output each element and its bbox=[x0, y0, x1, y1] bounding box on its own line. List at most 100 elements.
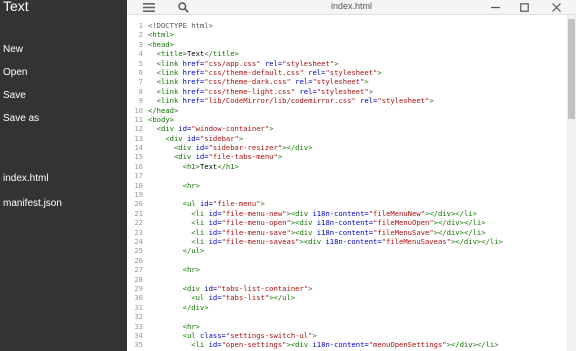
code-line[interactable]: 3 <head> bbox=[127, 40, 567, 49]
code-token: id= bbox=[186, 133, 200, 143]
code-token: <div bbox=[173, 143, 196, 153]
menu-open[interactable]: Open bbox=[3, 67, 27, 78]
code-token: </div> bbox=[182, 302, 209, 312]
code-text: <body> bbox=[148, 115, 174, 124]
code-line[interactable]: 8 <link href="css/theme-light.css" rel="… bbox=[127, 87, 567, 96]
code-line[interactable]: 17 bbox=[127, 171, 567, 180]
close-icon[interactable] bbox=[549, 0, 563, 14]
code-line[interactable]: 33 <hr> bbox=[127, 322, 567, 331]
code-line[interactable]: 25 </ul> bbox=[127, 246, 567, 255]
line-number: 25 bbox=[134, 246, 143, 256]
code-token: "open-settings" bbox=[221, 340, 287, 350]
code-line[interactable]: 26 bbox=[127, 256, 567, 265]
code-token: ><div bbox=[290, 227, 317, 237]
code-line[interactable]: 6 <link href="css/theme-default.css" rel… bbox=[127, 68, 567, 77]
code-line[interactable]: 4 <title>Text</title> bbox=[127, 49, 567, 58]
code-line[interactable]: 13 <div id="sidebar"> bbox=[127, 134, 567, 143]
line-number: 3 bbox=[138, 39, 143, 49]
maximize-icon[interactable] bbox=[517, 0, 531, 14]
app-title: Text bbox=[3, 0, 29, 14]
menu-save[interactable]: Save bbox=[3, 90, 26, 101]
editor-scrollbar[interactable] bbox=[567, 15, 576, 351]
line-number: 31 bbox=[134, 302, 143, 312]
code-text: <hr> bbox=[148, 181, 200, 190]
code-line[interactable]: 5 <link href="css/app.css" rel="styleshe… bbox=[127, 59, 567, 68]
minimize-icon[interactable] bbox=[488, 0, 502, 14]
code-line[interactable]: 16 <h1>Text</h1> bbox=[127, 162, 567, 171]
line-number: 18 bbox=[134, 180, 143, 190]
code-line[interactable]: 1 <!DOCTYPE html> bbox=[127, 21, 567, 30]
line-number: 33 bbox=[134, 321, 143, 331]
code-token: ><div bbox=[290, 218, 317, 228]
code-token: <li bbox=[191, 227, 209, 237]
code-line[interactable]: 22 <li id="file-menu-open"><div i18n-con… bbox=[127, 218, 567, 227]
code-token: <link bbox=[156, 67, 183, 77]
code-token: </ul> bbox=[182, 246, 205, 256]
code-token: > bbox=[377, 67, 382, 77]
code-text: <li id="file-menu-save"><div i18n-conten… bbox=[148, 227, 485, 237]
code-line[interactable]: 14 <div id="sidebar-resizer"></div> bbox=[127, 143, 567, 152]
code-token: <link bbox=[156, 77, 183, 87]
code-text: <div id="file-tabs-menu"> bbox=[148, 152, 282, 161]
code-token: i18n-content= bbox=[316, 218, 374, 228]
code-token: <hr> bbox=[182, 265, 200, 275]
code-line[interactable]: 7 <link href="css/theme-dark.css" rel="s… bbox=[127, 77, 567, 86]
code-text: <div id="tabs-list-container"> bbox=[148, 283, 313, 293]
code-token: id= bbox=[208, 293, 222, 303]
code-token: > bbox=[277, 152, 283, 162]
code-token: i18n-content= bbox=[325, 236, 382, 246]
code-line[interactable]: 35 <li id="open-settings"><div i18n-cont… bbox=[127, 340, 567, 349]
code-token: > bbox=[429, 96, 434, 106]
code-line[interactable]: 2 <html> bbox=[127, 30, 567, 39]
code-line[interactable]: 31 </div> bbox=[127, 303, 567, 312]
code-line[interactable]: 10 </head> bbox=[127, 106, 567, 115]
code-token: id= bbox=[195, 143, 209, 153]
scrollbar-thumb[interactable] bbox=[568, 19, 575, 119]
code-line[interactable]: 9 <link href="lib/CodeMirror/lib/codemir… bbox=[127, 96, 567, 105]
code-line[interactable]: 12 <div id="window-container"> bbox=[127, 124, 567, 133]
line-number: 16 bbox=[134, 161, 143, 171]
code-token: "css/theme-dark.css" bbox=[204, 77, 291, 87]
code-token: "tabs-list-container" bbox=[217, 283, 309, 293]
code-text: <hr> bbox=[148, 322, 200, 331]
code-line[interactable]: 30 <ul id="tabs-list"></ul> bbox=[127, 293, 567, 302]
code-token: <!DOCTYPE html> bbox=[148, 21, 213, 30]
code-line[interactable]: 34 <ul class="settings-switch-ul"> bbox=[127, 331, 567, 340]
code-line[interactable]: 28 bbox=[127, 275, 567, 284]
code-line[interactable]: 24 <li id="file-menu-saveas"><div i18n-c… bbox=[127, 237, 567, 246]
code-token: Text bbox=[199, 161, 218, 171]
code-line[interactable]: 18 <hr> bbox=[127, 181, 567, 190]
code-line[interactable]: 32 bbox=[127, 312, 567, 321]
line-number: 5 bbox=[138, 58, 143, 68]
line-number: 2 bbox=[138, 30, 143, 40]
line-number: 7 bbox=[138, 77, 143, 87]
code-text: <!DOCTYPE html> bbox=[148, 21, 213, 30]
menu-new[interactable]: New bbox=[3, 44, 23, 55]
code-token: > bbox=[308, 283, 313, 293]
code-line[interactable]: 15 <div id="file-tabs-menu"> bbox=[127, 152, 567, 161]
code-line[interactable]: 19 bbox=[127, 190, 567, 199]
file-tab-index-html[interactable]: index.html bbox=[3, 173, 49, 184]
code-line[interactable]: 21 <li id="file-menu-new"><div i18n-cont… bbox=[127, 209, 567, 218]
code-token: "lib/CodeMirror/lib/codemirror.css" bbox=[204, 96, 356, 106]
code-line[interactable]: 29 <div id="tabs-list-container"> bbox=[127, 284, 567, 293]
file-tab-manifest-json[interactable]: manifest.json bbox=[3, 198, 62, 209]
code-editor[interactable]: 1 <!DOCTYPE html> 2 <html> 3 <head> 4 <title>T… bbox=[127, 21, 567, 351]
code-line[interactable]: 11 <body> bbox=[127, 115, 567, 124]
code-token: <div bbox=[165, 133, 187, 143]
line-number: 4 bbox=[138, 49, 143, 59]
code-token: </title> bbox=[204, 49, 239, 59]
code-token: id= bbox=[208, 208, 222, 218]
code-line[interactable]: 27 <hr> bbox=[127, 265, 567, 274]
code-text: </head> bbox=[148, 106, 178, 115]
code-line[interactable]: 23 <li id="file-menu-save"><div i18n-con… bbox=[127, 228, 567, 237]
menu-save-as[interactable]: Save as bbox=[3, 113, 39, 124]
code-line[interactable]: 20 <ul id="file-menu"> bbox=[127, 199, 567, 208]
code-text: <li id="file-menu-open"><div i18n-conten… bbox=[148, 218, 485, 228]
code-token: "fileMenuSave" bbox=[373, 227, 434, 237]
